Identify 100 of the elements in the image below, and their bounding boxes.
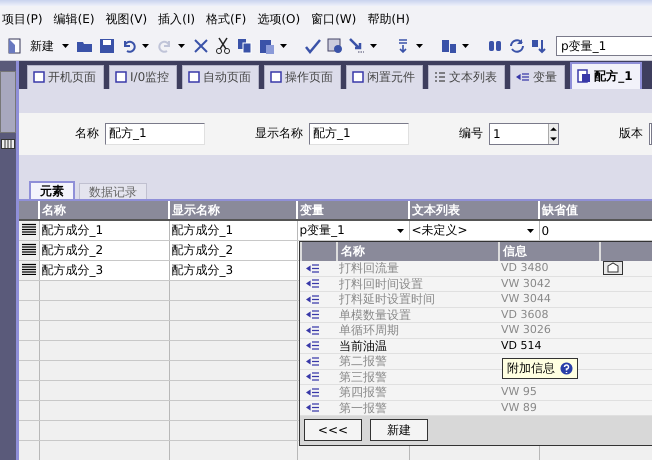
tag-address: VD 514 <box>500 338 542 353</box>
tag-icon <box>306 388 320 397</box>
popup-button[interactable]: 新建 <box>370 419 428 441</box>
caret-icon[interactable] <box>142 44 149 48</box>
caret-icon[interactable] <box>462 44 469 48</box>
refresh-icon[interactable] <box>508 37 526 55</box>
tag-name: 第一报警 <box>338 400 388 415</box>
text-field[interactable]: 配方_1 <box>105 122 205 145</box>
menu-item[interactable]: 视图(V) <box>104 10 156 28</box>
screen-icon <box>352 71 364 84</box>
layers-icon[interactable] <box>440 37 458 55</box>
tag-dropdown[interactable]: p变量_1 <box>300 222 406 239</box>
grid-icon[interactable] <box>1 139 15 149</box>
tag-icon <box>306 279 320 288</box>
tag-name: 第四报警 <box>338 385 388 400</box>
paste-icon[interactable] <box>258 37 276 55</box>
tag-list-icon <box>516 71 530 84</box>
screen-icon <box>270 71 282 84</box>
numbered-list-icon <box>434 71 446 84</box>
tag-row[interactable]: 当前油温 VD 514 <box>300 338 652 354</box>
scissors-icon[interactable] <box>214 37 232 55</box>
caret-icon[interactable] <box>280 44 287 48</box>
tag-name: 单模数量设置 <box>338 308 412 322</box>
tag-address: VD 3608 <box>500 308 550 322</box>
tag-icon <box>306 264 320 273</box>
table-cell: 配方成分_2 <box>169 240 297 260</box>
caret-icon[interactable] <box>396 228 404 232</box>
row-handle-icon[interactable] <box>22 263 36 275</box>
tag-name: 第二报警 <box>338 354 388 368</box>
menu-item[interactable]: 编辑(E) <box>52 10 104 28</box>
caret-icon[interactable] <box>62 44 69 48</box>
sort-icon[interactable] <box>530 37 548 55</box>
tag-address: VW 3044 <box>500 292 552 306</box>
tag-icon <box>306 294 320 304</box>
checkmark-icon[interactable] <box>304 37 322 55</box>
tag-address: VW 95 <box>500 385 538 400</box>
field-label: 显示名称 <box>255 125 303 142</box>
field-label: 版本 <box>619 125 643 142</box>
search-field[interactable]: p变量_1 <box>556 36 652 56</box>
caret-icon[interactable] <box>178 44 185 48</box>
table-cell: 配方成分_1 <box>169 220 297 240</box>
tag-address: VW 3026 <box>500 323 552 338</box>
menu-item[interactable]: 选项(O) <box>255 10 310 28</box>
popup-button[interactable]: <<< <box>304 419 362 441</box>
transfer-icon[interactable] <box>348 37 366 55</box>
table-cell: 配方成分_3 <box>169 260 297 280</box>
field-label: 名称 <box>75 125 99 142</box>
table-cell: 配方成分_2 <box>39 240 169 260</box>
caret-icon[interactable] <box>526 228 534 232</box>
menu-item[interactable]: 项目(P) <box>0 10 52 28</box>
text-field[interactable] <box>649 122 652 145</box>
tag-icon <box>306 341 320 350</box>
tag-icon <box>306 326 320 335</box>
recipe-icon <box>577 69 592 84</box>
text-field[interactable]: 配方_1 <box>309 122 409 145</box>
copy-icon[interactable] <box>236 37 254 55</box>
save-icon[interactable] <box>98 37 116 55</box>
tag-name: 打料延时设置时间 <box>338 292 436 306</box>
document-tab[interactable]: 操作页面 <box>264 64 342 89</box>
tag-address: VW 89 <box>500 400 538 415</box>
document-tab[interactable]: 配方_1 <box>570 62 642 89</box>
number-field[interactable]: 1 <box>490 124 548 144</box>
menu-item[interactable]: 帮助(H) <box>365 10 419 28</box>
new-button[interactable]: 新建 <box>30 38 54 54</box>
row-handle-icon[interactable] <box>22 223 36 235</box>
menu-item[interactable]: 窗口(W) <box>309 10 366 28</box>
row-handle-icon[interactable] <box>22 243 36 255</box>
compile-icon[interactable] <box>326 37 344 55</box>
document-tab[interactable]: 自动页面 <box>182 64 260 89</box>
screen-icon <box>115 71 127 84</box>
screen-icon <box>188 71 200 84</box>
document-tab[interactable]: 闲置元件 <box>346 64 424 89</box>
caret-icon[interactable] <box>416 44 423 48</box>
table-cell: 0 <box>542 224 550 238</box>
menu-item[interactable]: 格式(F) <box>204 10 256 28</box>
document-tab[interactable]: 开机页面 <box>27 64 104 89</box>
table-cell: 配方成分_3 <box>39 260 169 280</box>
help-icon[interactable] <box>560 362 573 375</box>
document-tab[interactable]: 文本列表 <box>428 64 506 89</box>
tag-name: 当前油温 <box>338 338 388 353</box>
tag-name: 单循环周期 <box>338 323 400 338</box>
document-icon[interactable] <box>603 261 623 276</box>
tag-name: 第三报警 <box>338 370 388 384</box>
document-tab[interactable]: 变量 <box>510 64 566 89</box>
close-icon[interactable] <box>192 37 210 55</box>
text-list-dropdown[interactable]: <未定义> <box>412 222 536 239</box>
tag-icon <box>306 356 320 366</box>
tag-address: VW 3042 <box>500 276 552 291</box>
document-tab[interactable]: I/0监控 <box>109 64 178 89</box>
caret-icon[interactable] <box>370 44 377 48</box>
screen-icon <box>33 71 45 84</box>
table-cell: 配方成分_1 <box>39 220 169 240</box>
section-tab[interactable]: 数据记录 <box>79 183 147 199</box>
field-label: 编号 <box>459 125 483 142</box>
tag-icon <box>306 372 320 382</box>
number-spinner[interactable]: 1 <box>489 122 559 145</box>
tag-name: 打料回时间设置 <box>338 276 424 291</box>
tag-address: VD 3480 <box>500 261 550 276</box>
section-tab[interactable]: 元素 <box>29 181 75 199</box>
menu-item[interactable]: 插入(I) <box>156 10 204 28</box>
